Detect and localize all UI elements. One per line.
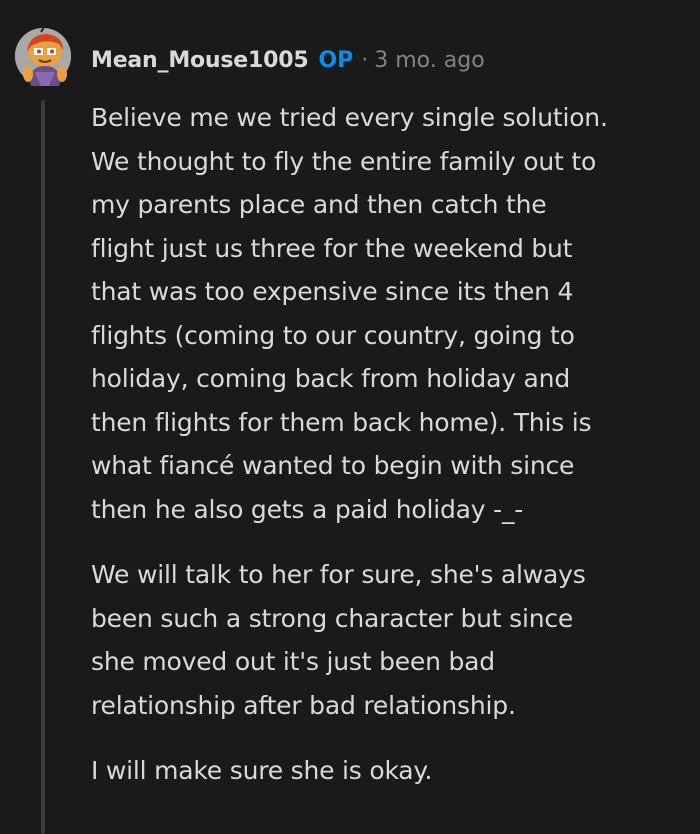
text-line: We thought to fly the entire family out … [91, 146, 597, 176]
username-link[interactable]: Mean_Mouse1005 [91, 48, 309, 73]
text-line: holiday, coming back from holiday and [91, 364, 570, 393]
comment-paragraph: Believe me we tried every single solutio… [91, 96, 691, 531]
text-line: been such a strong character but since [91, 603, 574, 633]
text-line: then flights for them back home). This i… [91, 407, 592, 437]
comment-paragraph: I will make sure she is okay. [91, 749, 691, 793]
text-line: what fiancé wanted to begin with since [91, 451, 575, 480]
text-line: We will talk to her for sure, she's alwa… [91, 560, 586, 589]
text-line: flights (coming to our country, going to [91, 320, 575, 350]
comment-body: Believe me we tried every single solutio… [91, 96, 691, 815]
comment: Mean_Mouse1005 OP · 3 mo. ago Believe me… [0, 0, 700, 834]
text-line: she moved out it's just been bad [91, 647, 495, 676]
text-line: my parents place and then catch the [91, 190, 547, 219]
meta-separator: · [361, 47, 369, 73]
snoo-avatar-icon [15, 28, 71, 86]
thread-collapse-line[interactable] [41, 100, 45, 834]
text-line: I will make sure she is okay. [91, 756, 433, 785]
text-line: that was too expensive since its then 4 [91, 277, 574, 306]
user-avatar-icon[interactable] [15, 28, 71, 86]
text-line: flight just us three for the weekend but [91, 233, 573, 263]
comment-header: Mean_Mouse1005 OP · 3 mo. ago [91, 42, 485, 78]
text-line: Believe me we tried every single solutio… [91, 103, 608, 132]
op-badge: OP [318, 47, 354, 73]
comment-timestamp[interactable]: 3 mo. ago [374, 48, 484, 73]
text-line: relationship after bad relationship. [91, 690, 516, 720]
comment-paragraph: We will talk to her for sure, she's alwa… [91, 553, 691, 727]
text-line: then he also gets a paid holiday -_- [91, 494, 524, 524]
